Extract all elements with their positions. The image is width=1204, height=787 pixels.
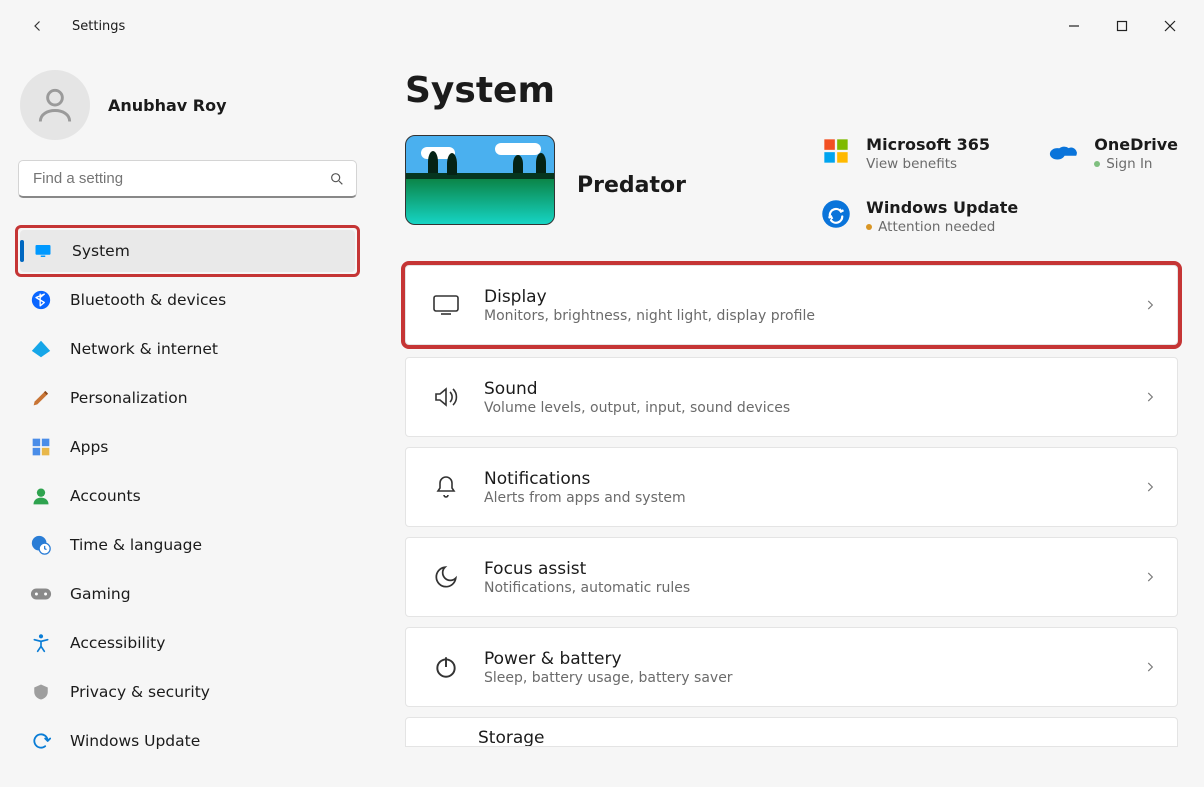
sidebar-item-accounts[interactable]: Accounts xyxy=(18,475,357,517)
title-bar: Settings xyxy=(0,0,1204,52)
sidebar-item-label: Bluetooth & devices xyxy=(70,291,226,309)
card-notifications[interactable]: Notifications Alerts from apps and syste… xyxy=(405,447,1178,527)
minimize-icon xyxy=(1068,20,1080,32)
maximize-icon xyxy=(1116,20,1128,32)
window-controls xyxy=(1050,10,1194,42)
pc-name[interactable]: Predator xyxy=(577,173,686,198)
main-content: System Predator Microsoft 365 View benef… xyxy=(375,52,1204,787)
card-focus-assist[interactable]: Focus assist Notifications, automatic ru… xyxy=(405,537,1178,617)
card-storage[interactable]: Storage xyxy=(405,717,1178,747)
hero-section: Predator Microsoft 365 View benefits xyxy=(405,135,1178,235)
link-windows-update[interactable]: Windows Update Attention needed xyxy=(820,198,1018,235)
apps-icon xyxy=(30,436,52,458)
bell-icon xyxy=(432,473,460,501)
bluetooth-icon xyxy=(30,289,52,311)
card-sub: Volume levels, output, input, sound devi… xyxy=(484,400,1119,416)
sidebar-item-update[interactable]: Windows Update xyxy=(18,720,357,762)
highlight-sidebar-system: System xyxy=(18,228,357,274)
power-icon xyxy=(432,653,460,681)
sync-icon xyxy=(30,730,52,752)
sidebar-item-network[interactable]: Network & internet xyxy=(18,328,357,370)
card-title: Sound xyxy=(484,379,1119,399)
link-title: Windows Update xyxy=(866,198,1018,217)
card-title: Display xyxy=(484,287,1119,307)
sidebar-item-label: Windows Update xyxy=(70,732,200,750)
hero-links: Microsoft 365 View benefits OneDrive Sig… xyxy=(820,135,1178,235)
card-title: Storage xyxy=(478,728,545,747)
card-power[interactable]: Power & battery Sleep, battery usage, ba… xyxy=(405,627,1178,707)
link-sub: View benefits xyxy=(866,156,990,172)
highlight-card-display: Display Monitors, brightness, night ligh… xyxy=(405,265,1178,345)
card-sub: Notifications, automatic rules xyxy=(484,580,1119,596)
sidebar-item-label: Apps xyxy=(70,438,108,456)
sidebar-item-apps[interactable]: Apps xyxy=(18,426,357,468)
sidebar-item-system[interactable]: System xyxy=(20,230,355,272)
sidebar-item-privacy[interactable]: Privacy & security xyxy=(18,671,357,713)
user-name: Anubhav Roy xyxy=(108,96,227,115)
sidebar-item-personalization[interactable]: Personalization xyxy=(18,377,357,419)
page-title: System xyxy=(405,70,1178,111)
app-title: Settings xyxy=(72,19,125,34)
sidebar-item-label: Time & language xyxy=(70,536,202,554)
card-sub: Sleep, battery usage, battery saver xyxy=(484,670,1119,686)
sidebar-item-bluetooth[interactable]: Bluetooth & devices xyxy=(18,279,357,321)
microsoft-logo-icon xyxy=(820,135,852,167)
sidebar-item-label: System xyxy=(72,242,130,260)
person-icon xyxy=(33,83,77,127)
link-sub: Sign In xyxy=(1094,156,1178,172)
link-sub: Attention needed xyxy=(866,219,1018,235)
chevron-right-icon xyxy=(1143,660,1157,674)
sidebar-item-label: Accounts xyxy=(70,487,141,505)
chevron-right-icon xyxy=(1143,298,1157,312)
paintbrush-icon xyxy=(30,387,52,409)
sidebar-item-label: Accessibility xyxy=(70,634,165,652)
chevron-right-icon xyxy=(1143,570,1157,584)
card-sound[interactable]: Sound Volume levels, output, input, soun… xyxy=(405,357,1178,437)
display-icon xyxy=(32,240,54,262)
card-sub: Alerts from apps and system xyxy=(484,490,1119,506)
sidebar-item-label: Network & internet xyxy=(70,340,218,358)
sound-icon xyxy=(432,383,460,411)
shield-icon xyxy=(30,681,52,703)
chevron-right-icon xyxy=(1143,480,1157,494)
sidebar-item-label: Personalization xyxy=(70,389,188,407)
sidebar-item-time[interactable]: Time & language xyxy=(18,524,357,566)
link-onedrive[interactable]: OneDrive Sign In xyxy=(1048,135,1178,172)
user-area[interactable]: Anubhav Roy xyxy=(18,70,357,140)
link-title: Microsoft 365 xyxy=(866,135,990,154)
sidebar-item-accessibility[interactable]: Accessibility xyxy=(18,622,357,664)
card-title: Focus assist xyxy=(484,559,1119,579)
avatar xyxy=(20,70,90,140)
gamepad-icon xyxy=(30,583,52,605)
close-button[interactable] xyxy=(1146,10,1194,42)
card-sub: Monitors, brightness, night light, displ… xyxy=(484,308,1119,324)
search-wrap xyxy=(18,160,357,198)
search-input[interactable] xyxy=(18,160,357,198)
display-icon xyxy=(432,291,460,319)
link-microsoft365[interactable]: Microsoft 365 View benefits xyxy=(820,135,1018,172)
card-title: Notifications xyxy=(484,469,1119,489)
update-icon xyxy=(820,198,852,230)
card-display[interactable]: Display Monitors, brightness, night ligh… xyxy=(405,265,1178,345)
minimize-button[interactable] xyxy=(1050,10,1098,42)
chevron-right-icon xyxy=(1143,390,1157,404)
arrow-left-icon xyxy=(29,17,47,35)
sidebar: Anubhav Roy System Bluetooth & devices xyxy=(0,52,375,787)
pc-thumbnail[interactable] xyxy=(405,135,555,225)
sidebar-item-gaming[interactable]: Gaming xyxy=(18,573,357,615)
accessibility-icon xyxy=(30,632,52,654)
maximize-button[interactable] xyxy=(1098,10,1146,42)
moon-icon xyxy=(432,563,460,591)
wifi-icon xyxy=(30,338,52,360)
person-icon xyxy=(30,485,52,507)
globe-clock-icon xyxy=(30,534,52,556)
card-title: Power & battery xyxy=(484,649,1119,669)
back-button[interactable] xyxy=(22,10,54,42)
search-icon xyxy=(329,171,345,187)
close-icon xyxy=(1164,20,1176,32)
sidebar-item-label: Gaming xyxy=(70,585,131,603)
onedrive-icon xyxy=(1048,135,1080,167)
link-title: OneDrive xyxy=(1094,135,1178,154)
sidebar-item-label: Privacy & security xyxy=(70,683,210,701)
